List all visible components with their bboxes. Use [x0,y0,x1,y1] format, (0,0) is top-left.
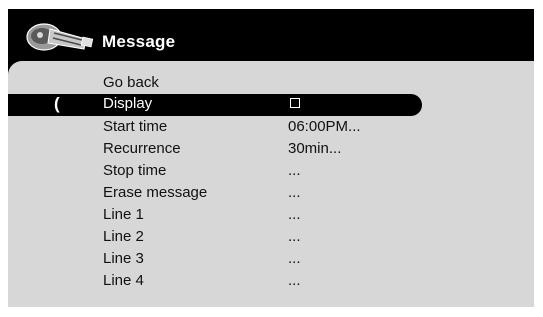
menu-item-label: Stop time [103,162,167,179]
menu-item-label: Line 1 [103,206,144,223]
menu-item-label: Erase message [103,184,208,201]
menu-item-value: ... [288,272,301,289]
menu-item-line-1[interactable]: Line 1 ... [8,205,534,226]
menu-item-value: ... [288,206,301,223]
menu-item-go-back[interactable]: Go back [8,73,534,94]
menu-item-label: Line 3 [103,250,144,267]
menu-item-line-3[interactable]: Line 3 ... [8,249,534,270]
menu-item-line-2[interactable]: Line 2 ... [8,227,534,248]
menu-item-label: Go back [103,74,159,91]
menu-item-line-4[interactable]: Line 4 ... [8,271,534,292]
selection-cursor-icon: ( [54,94,60,113]
menu-item-value: ... [288,184,301,201]
menu-item-value: ... [288,228,301,245]
screen: Message Go back ( Display Start time 06:… [0,0,543,317]
remote-control-icon [26,23,94,51]
menu-item-label: Line 2 [103,228,144,245]
menu-item-value: ... [288,162,301,179]
menu-item-label: Recurrence [103,140,181,157]
osd-menu-panel: Message Go back ( Display Start time 06:… [8,9,534,307]
menu-item-value: ... [288,250,301,267]
menu-item-value: 06:00PM... [288,118,361,135]
display-checkbox[interactable] [290,98,300,108]
menu-title: Message [102,32,176,51]
menu-item-stop-time[interactable]: Stop time ... [8,161,534,182]
menu-item-label: Line 4 [103,272,144,289]
menu-item-start-time[interactable]: Start time 06:00PM... [8,117,534,138]
menu-item-label: Start time [103,118,168,135]
menu-item-erase-message[interactable]: Erase message ... [8,183,534,204]
menu-item-value: 30min... [288,140,342,157]
menu-list: Go back ( Display Start time 06:00PM... … [8,61,534,307]
menu-header: Message [8,9,534,61]
menu-item-recurrence[interactable]: Recurrence 30min... [8,139,534,160]
menu-item-label: Display [103,95,153,112]
menu-item-display[interactable]: ( Display [8,94,422,116]
